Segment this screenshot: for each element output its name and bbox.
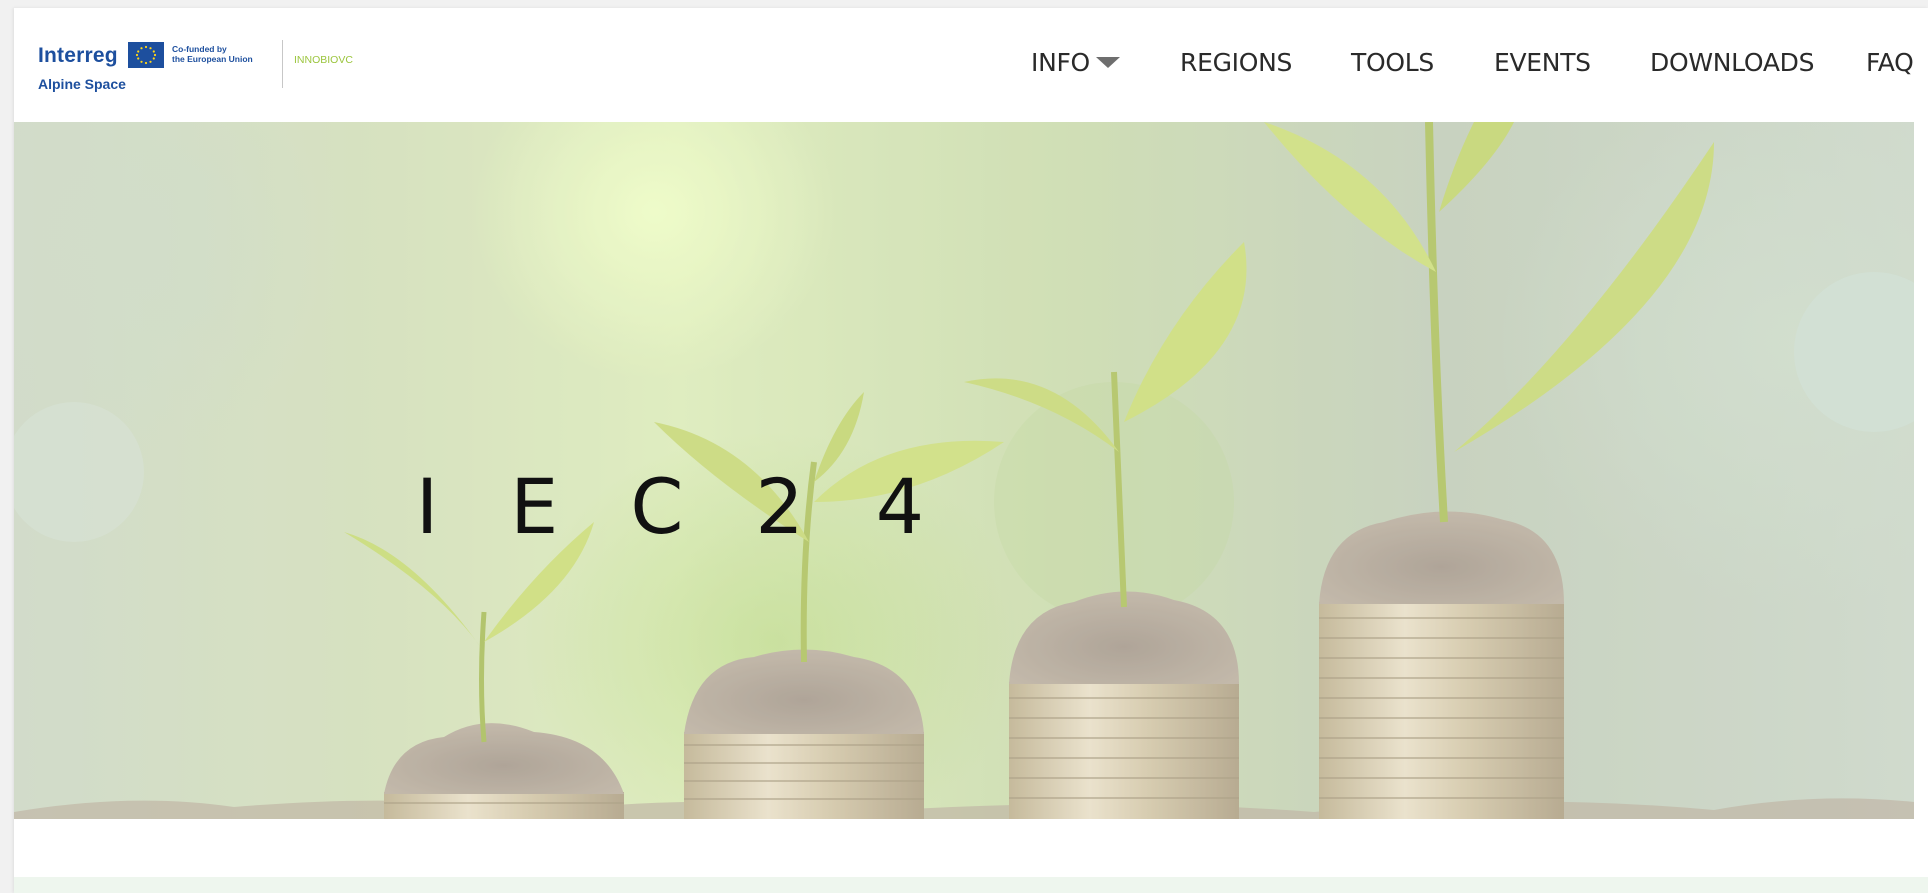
caret-down-icon [1095, 56, 1120, 68]
nav-item-regions[interactable]: REGIONS [1180, 43, 1292, 83]
header: Interreg Alpine Space Co-funded by the E… [14, 8, 1928, 124]
nav-item-faq[interactable]: FAQ [1866, 43, 1914, 83]
nav-item-tools[interactable]: TOOLS [1351, 43, 1434, 83]
nav-item-events[interactable]: EVENTS [1494, 43, 1591, 83]
section-divider [14, 877, 1928, 893]
nav-item-info[interactable]: INFO [1031, 43, 1120, 83]
nav-item-label: INFO [1031, 48, 1090, 77]
main-nav: INFO REGIONS TOOLS EVENTS DOWNLOADS FAQ [14, 43, 1928, 83]
hero-title: IEC24 [415, 462, 997, 551]
hero-banner: IEC24 [14, 122, 1914, 819]
nav-item-downloads[interactable]: DOWNLOADS [1650, 43, 1814, 83]
